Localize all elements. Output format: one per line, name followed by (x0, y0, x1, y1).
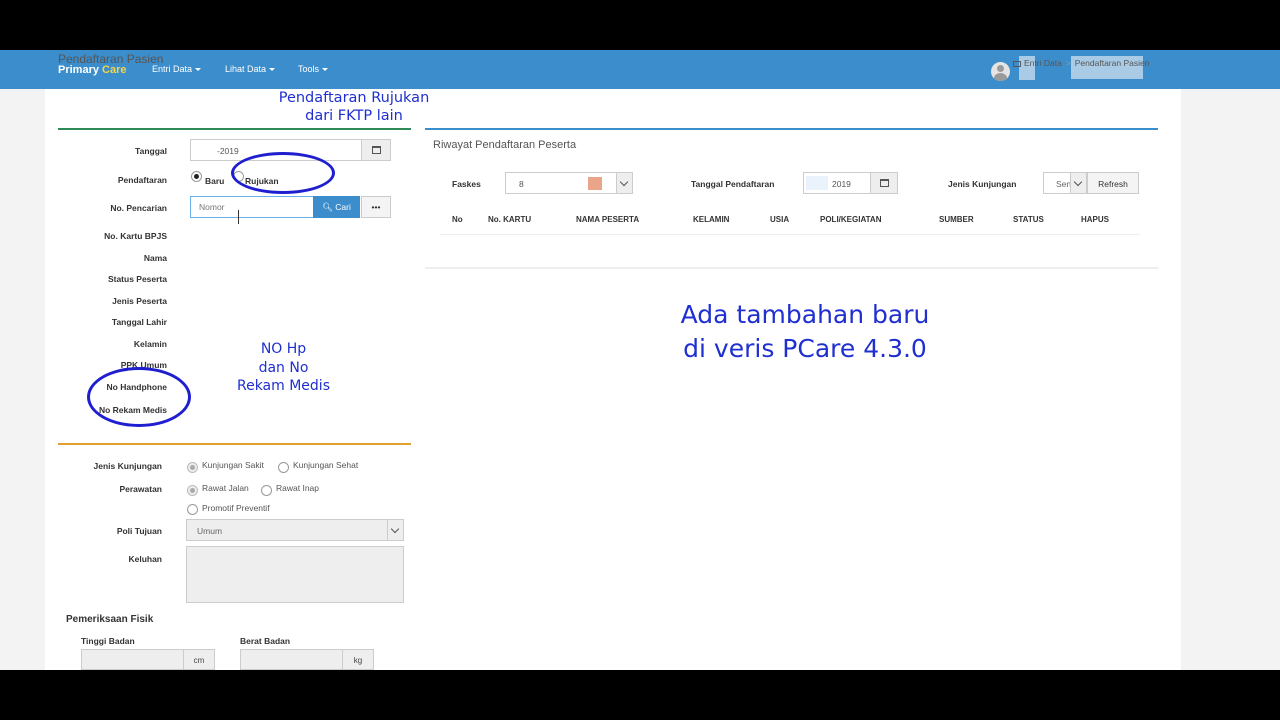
more-options-button[interactable]: ••• (361, 196, 391, 218)
annotation-nohp-line3: Rekam Medis (236, 378, 330, 394)
field-jenis-peserta: Jenis Peserta (112, 296, 167, 306)
cari-button-label: Cari (335, 202, 351, 212)
annotation-main-line2: di veris PCare 4.3.0 (683, 334, 927, 363)
keluhan-textarea[interactable] (186, 546, 404, 603)
riwayat-panel-bottom (425, 267, 1158, 269)
col-sumber: SUMBER (939, 215, 974, 224)
faskes-select[interactable]: 8 (505, 172, 633, 194)
pencarian-input[interactable] (190, 196, 314, 218)
radio-kunjungan-sakit[interactable] (187, 462, 198, 473)
annotation-nohp: NO Hp dan No Rekam Medis (226, 340, 341, 396)
perawatan-label: Perawatan (119, 484, 162, 494)
panel-top-border (58, 128, 411, 130)
col-kelamin: KELAMIN (693, 215, 730, 224)
jenis-kunjungan-filter-label: Jenis Kunjungan (948, 179, 1017, 189)
annotation-circle-nohp (87, 367, 191, 427)
tinggi-badan-input[interactable] (81, 649, 184, 670)
search-icon: 🔍︎ (322, 202, 333, 212)
redacted-faskes (588, 177, 602, 190)
breadcrumb-entri-data[interactable]: Entri Data (1024, 58, 1062, 68)
poli-tujuan-select[interactable]: Umum (186, 519, 404, 541)
col-poli-kegiatan: POLI/KEGIATAN (820, 215, 882, 224)
radio-kunjungan-sehat[interactable] (278, 462, 289, 473)
field-nama: Nama (143, 253, 167, 263)
tinggi-unit: cm (183, 649, 215, 670)
faskes-label: Faskes (452, 179, 481, 189)
col-no-kartu: No. KARTU (488, 215, 532, 224)
jenis-kunjungan-value: Sen (1056, 179, 1072, 189)
annotation-circle-rujukan (231, 152, 335, 194)
radio-rawat-jalan[interactable] (187, 485, 198, 496)
berat-badan-input[interactable] (240, 649, 343, 670)
radio-kunjungan-sehat-label: Kunjungan Sehat (293, 460, 359, 470)
pendaftaran-label: Pendaftaran (117, 175, 167, 185)
overlay-layer: Pendaftaran Pasien Entri Data > Pendaftara… (0, 0, 1280, 720)
breadcrumb-current: Pendaftaran Pasien (1074, 58, 1150, 68)
table-header-divider (440, 234, 1140, 235)
radio-rawat-inap[interactable] (261, 485, 272, 496)
jenis-kunjungan-label: Jenis Kunjungan (93, 461, 162, 471)
riwayat-title: Riwayat Pendaftaran Peserta (433, 139, 577, 151)
tanggal-pendaftaran-label: Tanggal Pendaftaran (691, 179, 775, 189)
field-kelamin: Kelamin (133, 339, 167, 349)
breadcrumb-separator: > (1065, 58, 1071, 68)
radio-rawat-inap-label: Rawat Inap (276, 483, 319, 493)
col-no: No (452, 215, 463, 224)
calendar-icon (879, 179, 889, 187)
berat-unit: kg (342, 649, 374, 670)
jenis-kunjungan-select[interactable]: Sen (1043, 172, 1087, 194)
annotation-nohp-line1: NO Hp (260, 341, 307, 357)
annotation-rujukan-line1: Pendaftaran Rujukan (278, 90, 430, 106)
berat-badan-label: Berat Badan (240, 636, 291, 646)
tanggal-pendaftaran-calendar-button[interactable] (870, 172, 898, 194)
radio-kunjungan-sakit-label: Kunjungan Sakit (202, 460, 264, 470)
refresh-button[interactable]: Refresh (1087, 172, 1139, 194)
field-tanggal-lahir: Tanggal Lahir (111, 317, 167, 327)
breadcrumb: Entri Data > Pendaftaran Pasien (1013, 58, 1149, 68)
riwayat-panel-border (425, 128, 1158, 130)
annotation-main: Ada tambahan baru di veris PCare 4.3.0 (630, 298, 980, 366)
home-icon (1013, 60, 1021, 67)
keluhan-label: Keluhan (128, 554, 162, 564)
poli-tujuan-label: Poli Tujuan (116, 526, 162, 536)
chevron-down-icon (616, 173, 632, 193)
pencarian-label: No. Pencarian (110, 203, 167, 213)
tanggal-label: Tanggal (135, 146, 167, 156)
annotation-main-line1: Ada tambahan baru (680, 300, 930, 329)
radio-baru[interactable] (191, 171, 202, 182)
page-title: Pendaftaran Pasien (58, 52, 164, 66)
col-nama-peserta: NAMA PESERTA (576, 215, 640, 224)
faskes-value: 8 (519, 179, 524, 189)
field-status-peserta: Status Peserta (107, 274, 167, 284)
col-usia: USIA (770, 215, 790, 224)
field-no-kartu-bpjs: No. Kartu BPJS (104, 231, 167, 241)
radio-rawat-jalan-label: Rawat Jalan (202, 483, 249, 493)
chevron-down-icon (1070, 173, 1086, 193)
col-hapus: HAPUS (1081, 215, 1110, 224)
pemeriksaan-fisik-title: Pemeriksaan Fisik (66, 614, 154, 625)
tanggal-calendar-button[interactable] (361, 139, 391, 161)
redacted-tanggal (806, 176, 828, 190)
cari-button[interactable]: 🔍︎ Cari (313, 196, 360, 218)
text-cursor (238, 210, 240, 224)
annotation-rujukan: Pendaftaran Rujukan dari FKTP lain (268, 89, 440, 125)
kunjungan-panel-border (58, 443, 411, 445)
col-status: STATUS (1013, 215, 1044, 224)
radio-promotif-preventif-label: Promotif Preventif (202, 503, 270, 513)
poli-tujuan-value: Umum (197, 526, 223, 536)
annotation-rujukan-line2: dari FKTP lain (305, 108, 403, 124)
radio-baru-label: Baru (205, 176, 225, 186)
radio-promotif-preventif[interactable] (187, 504, 198, 515)
annotation-nohp-line2: dan No (258, 359, 309, 376)
chevron-down-icon (387, 520, 403, 540)
calendar-icon (371, 146, 381, 154)
tinggi-badan-label: Tinggi Badan (81, 636, 135, 646)
